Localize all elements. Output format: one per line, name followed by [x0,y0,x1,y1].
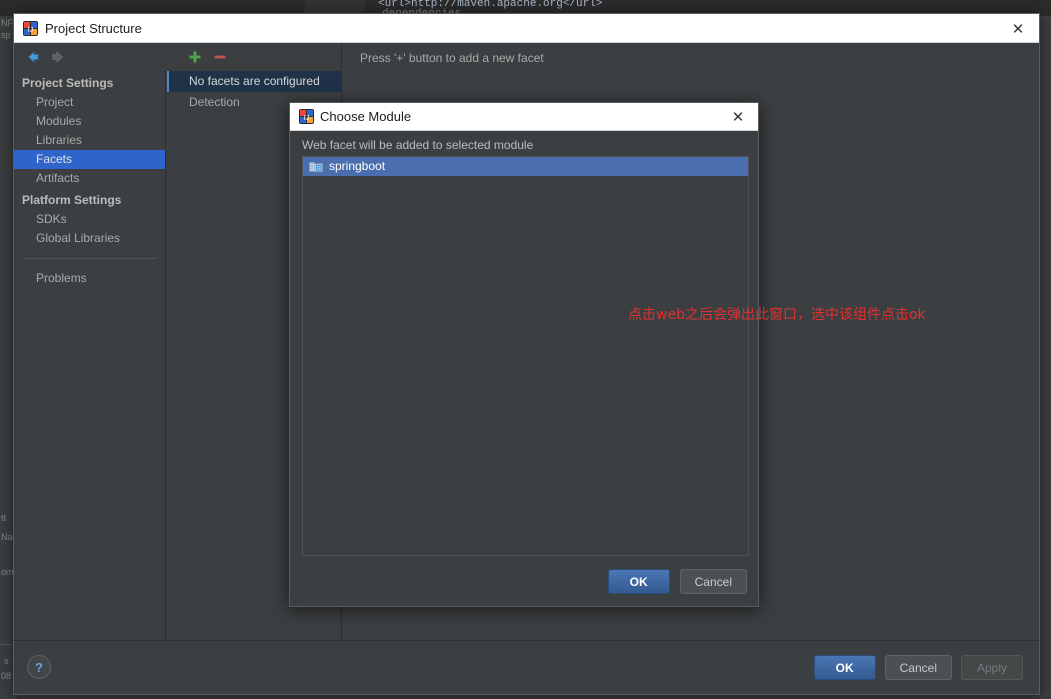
module-folder-icon [309,160,323,173]
bg-fragment-6: 08 [1,671,12,681]
choose-module-titlebar: IJ Choose Module ✕ [290,103,758,131]
sidebar-group-platform-settings: Platform Settings [22,193,122,207]
list-item[interactable]: springboot [303,157,748,176]
bg-fragment-5: s [4,656,9,666]
sidebar-item-global-libraries[interactable]: Global Libraries [14,229,165,248]
sidebar-divider [22,258,157,259]
project-structure-footer: ? OK Cancel Apply [14,640,1039,694]
back-arrow-icon[interactable] [23,48,43,66]
facets-toolbar [167,43,341,71]
sidebar-item-artifacts[interactable]: Artifacts [14,169,165,188]
choose-module-button-group: OK Cancel [607,569,747,594]
forward-arrow-icon [48,48,68,66]
sidebar-item-project[interactable]: Project [14,93,165,112]
intellij-icon: IJ [299,109,314,124]
footer-button-group: OK Cancel Apply [813,655,1023,680]
module-name: springboot [329,159,386,173]
sidebar-item-problems[interactable]: Problems [14,269,165,288]
help-button[interactable]: ? [27,655,51,679]
bg-fragment-1: sp [1,30,11,40]
page-title: Project Structure [45,21,142,36]
choose-module-description: Web facet will be added to selected modu… [302,138,534,152]
svg-text:IJ: IJ [28,27,33,34]
minus-icon[interactable] [210,48,230,66]
sidebar-group-project-settings: Project Settings [22,76,114,90]
choose-module-title: Choose Module [320,109,412,124]
sidebar-item-sdks[interactable]: SDKs [14,210,165,229]
bg-fragment-2: tI [1,513,7,523]
module-list[interactable]: springboot [302,156,749,556]
annotation-text: 点击web之后会弹出此窗口，选中该组件点击ok [628,307,926,323]
cancel-button[interactable]: Cancel [679,569,747,594]
close-icon[interactable]: ✕ [1007,20,1029,38]
settings-sidebar: Project Settings Project Modules Librari… [14,71,166,640]
intellij-icon: IJ [23,21,38,36]
facet-row-no-facets[interactable]: No facets are configured [167,71,341,92]
project-structure-titlebar: IJ Project Structure ✕ [14,14,1039,43]
bg-fragment-4: om [1,567,14,577]
sidebar-item-facets[interactable]: Facets [14,150,165,169]
ok-button[interactable]: OK [813,655,876,680]
apply-button: Apply [961,655,1023,680]
bg-fragment-3: Na [1,532,13,542]
ok-button[interactable]: OK [607,569,670,594]
choose-module-dialog: IJ Choose Module ✕ Web facet will be add… [289,102,926,607]
svg-text:IJ: IJ [304,115,309,122]
bg-fragment-0: NF [1,18,13,28]
sidebar-item-modules[interactable]: Modules [14,112,165,131]
navigation-toolbar [14,43,166,71]
plus-icon[interactable] [185,48,205,66]
close-icon[interactable]: ✕ [727,108,749,126]
detail-hint-text: Press '+' button to add a new facet [360,51,544,65]
sidebar-item-libraries[interactable]: Libraries [14,131,165,150]
cancel-button[interactable]: Cancel [884,655,952,680]
